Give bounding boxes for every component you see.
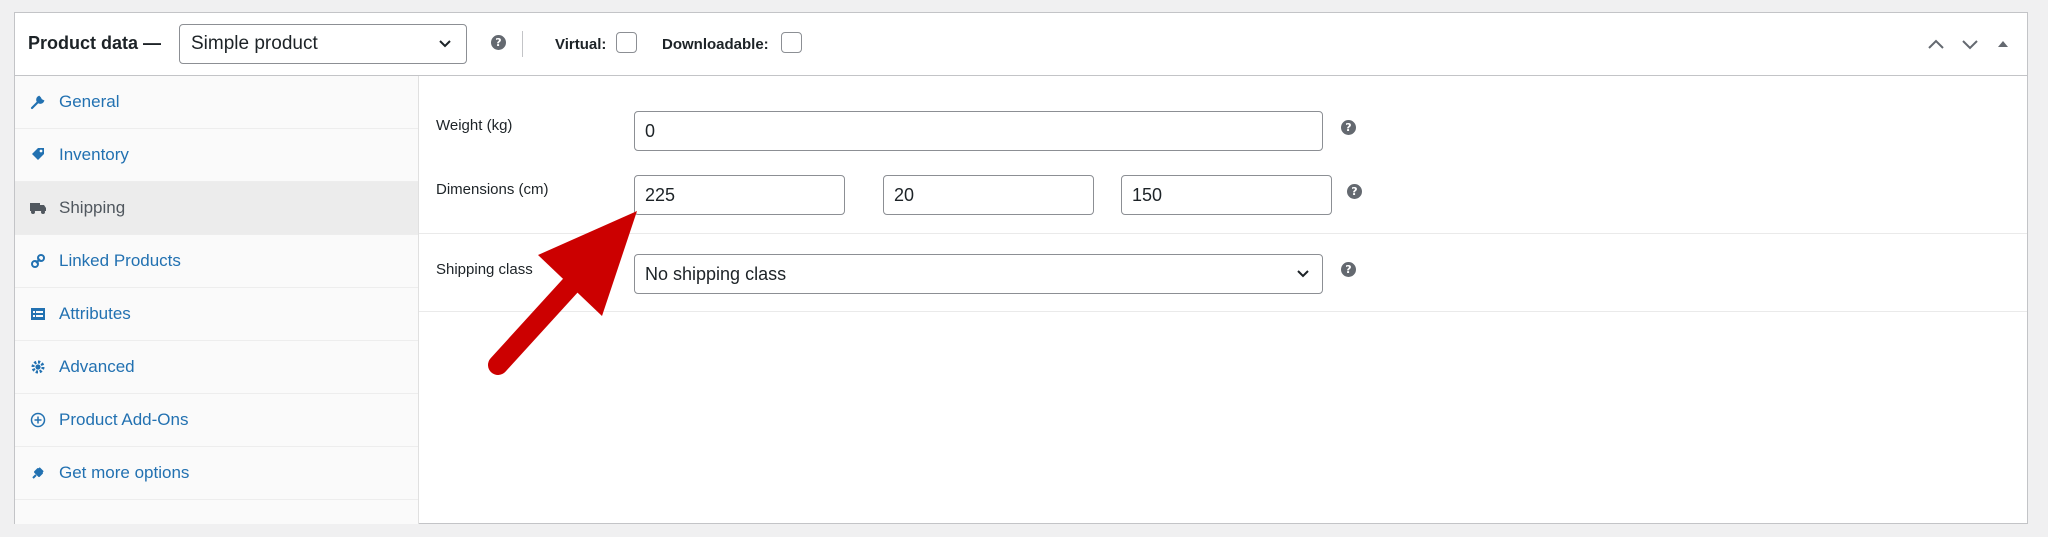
shipping-class-value: No shipping class xyxy=(645,264,787,284)
tab-inventory[interactable]: Inventory xyxy=(15,129,418,182)
tab-label: Attributes xyxy=(59,304,131,323)
downloadable-label: Downloadable: xyxy=(662,36,769,53)
tab-general[interactable]: General xyxy=(15,76,418,129)
help-icon[interactable]: ? xyxy=(1341,262,1356,277)
tab-label: Get more options xyxy=(59,463,190,482)
virtual-label: Virtual: xyxy=(555,36,607,53)
chevron-down-icon[interactable] xyxy=(1959,33,1981,55)
product-data-panel: Product data — Simple product ? Virtual:… xyxy=(14,12,2028,524)
product-type-select[interactable]: Simple product xyxy=(179,24,467,64)
truck-icon xyxy=(29,199,47,217)
shipping-class-select[interactable]: No shipping class xyxy=(634,254,1323,294)
weight-value: 0 xyxy=(645,121,656,141)
tab-label: Product Add-Ons xyxy=(59,410,189,429)
tab-label: Inventory xyxy=(59,145,129,164)
plus-circle-icon xyxy=(29,411,47,429)
plugin-icon xyxy=(29,464,47,482)
gear-icon xyxy=(29,358,47,376)
product-data-tabs: General Inventory Shipping Linked Produc… xyxy=(15,76,419,524)
width-input[interactable]: 20 xyxy=(883,175,1094,215)
section-divider xyxy=(419,233,2027,234)
help-icon[interactable]: ? xyxy=(491,35,506,50)
chevron-up-icon[interactable] xyxy=(1925,33,1947,55)
tab-label: General xyxy=(59,92,120,111)
tab-product-add-ons[interactable]: Product Add-Ons xyxy=(15,394,418,447)
tab-attributes[interactable]: Attributes xyxy=(15,288,418,341)
weight-label: Weight (kg) xyxy=(436,117,513,134)
panel-title: Product data — xyxy=(28,33,162,53)
tab-get-more-options[interactable]: Get more options xyxy=(15,447,418,500)
collapse-triangle-icon[interactable] xyxy=(1992,33,2014,55)
height-value: 150 xyxy=(1132,185,1163,205)
tab-shipping[interactable]: Shipping xyxy=(15,182,418,235)
shipping-panel: Weight (kg) 0 ? Dimensions (cm) 225 20 1… xyxy=(419,76,2027,524)
tag-icon xyxy=(29,146,47,164)
section-divider xyxy=(419,311,2027,312)
product-type-value: Simple product xyxy=(191,33,318,54)
weight-input[interactable]: 0 xyxy=(634,111,1323,151)
height-input[interactable]: 150 xyxy=(1121,175,1332,215)
tab-advanced[interactable]: Advanced xyxy=(15,341,418,394)
tab-linked-products[interactable]: Linked Products xyxy=(15,235,418,288)
shipping-class-label: Shipping class xyxy=(436,261,533,278)
chevron-down-icon xyxy=(1297,270,1309,278)
link-icon xyxy=(29,252,47,270)
downloadable-checkbox[interactable] xyxy=(781,32,802,53)
tab-label: Advanced xyxy=(59,357,135,376)
panel-header: Product data — Simple product ? Virtual:… xyxy=(15,13,2027,76)
tab-label: Linked Products xyxy=(59,251,181,270)
length-value: 225 xyxy=(645,185,676,205)
tab-label: Shipping xyxy=(59,198,126,217)
list-icon xyxy=(29,305,47,323)
virtual-checkbox[interactable] xyxy=(616,32,637,53)
wrench-icon xyxy=(29,93,47,111)
length-input[interactable]: 225 xyxy=(634,175,845,215)
help-icon[interactable]: ? xyxy=(1347,184,1362,199)
width-value: 20 xyxy=(894,185,915,205)
dimensions-label: Dimensions (cm) xyxy=(436,181,549,198)
help-icon[interactable]: ? xyxy=(1341,120,1356,135)
header-divider xyxy=(522,31,523,57)
chevron-down-icon xyxy=(439,40,451,48)
